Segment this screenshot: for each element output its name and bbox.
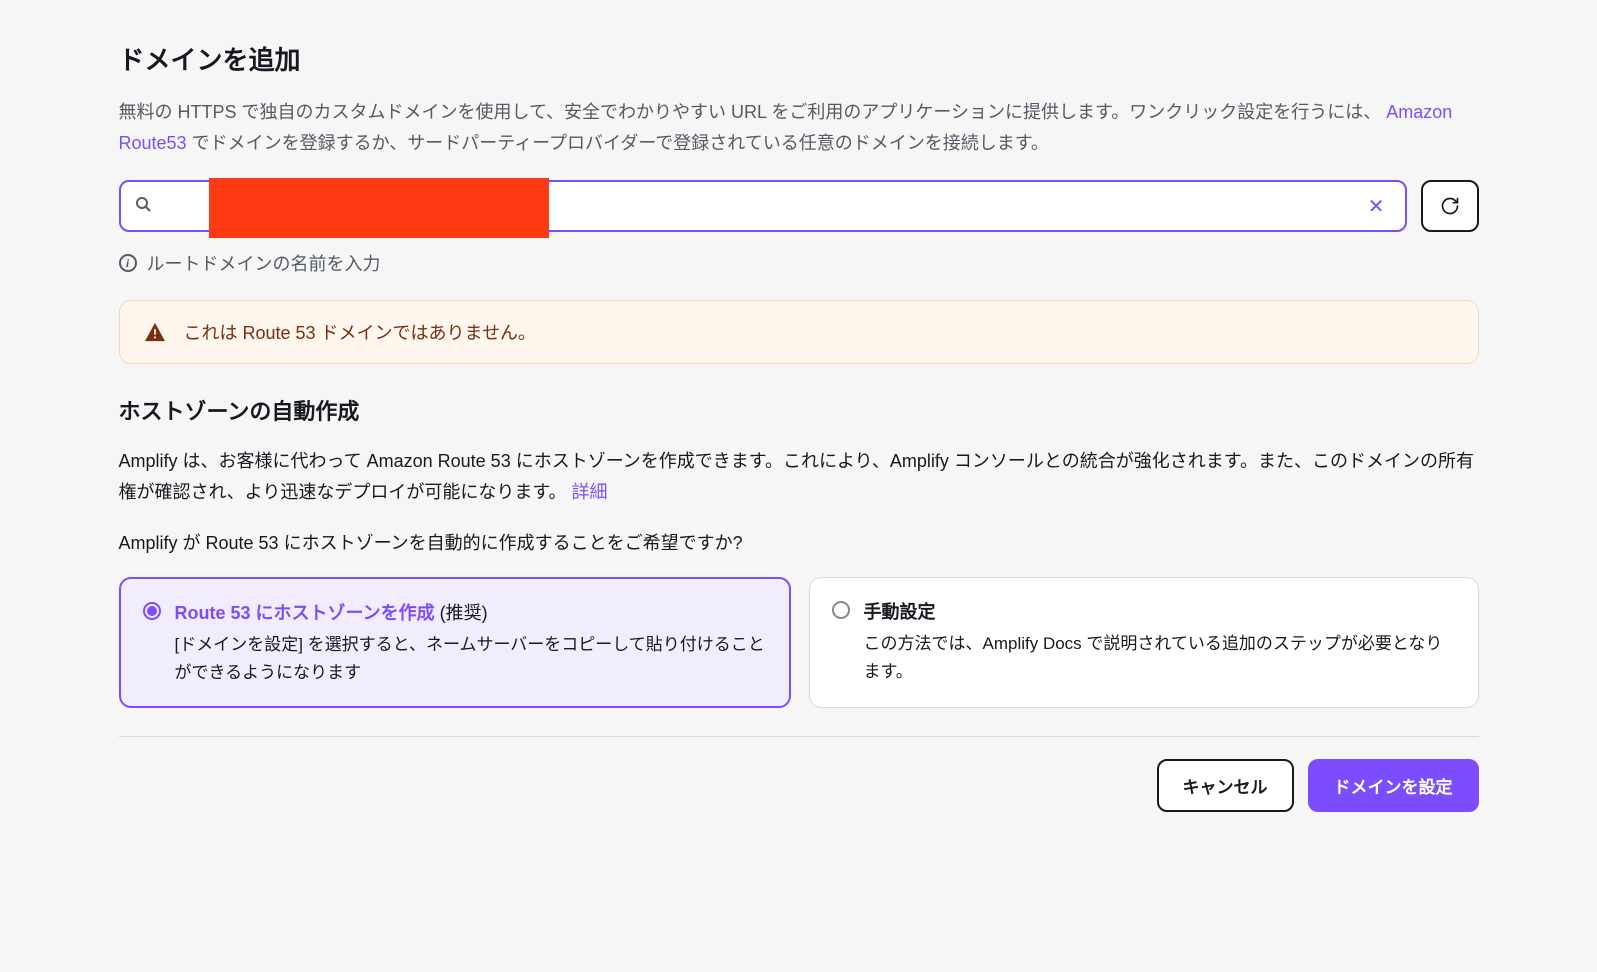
hosted-zone-desc-text: Amplify は、お客様に代わって Amazon Route 53 にホストゾ… — [119, 451, 1474, 502]
page-title: ドメインを追加 — [119, 40, 1479, 77]
clear-input-button[interactable]: ✕ — [1362, 194, 1391, 219]
action-buttons: キャンセル ドメインを設定 — [119, 759, 1479, 812]
hosted-zone-question: Amplify が Route 53 にホストゾーンを自動的に作成することをご希… — [119, 529, 1479, 555]
divider — [119, 736, 1479, 737]
option-create-desc: [ドメインを設定] を選択すると、ネームサーバーをコピーして貼り付けることができ… — [175, 631, 767, 685]
cancel-button[interactable]: キャンセル — [1157, 759, 1294, 812]
option-manual-title-strong: 手動設定 — [864, 602, 936, 622]
domain-help-text: ルートドメインの名前を入力 — [147, 250, 381, 276]
option-manual-title: 手動設定 — [864, 598, 1456, 624]
warning-icon — [144, 322, 166, 342]
redacted-domain-value — [209, 178, 549, 238]
hosted-zone-learn-more-link[interactable]: 詳細 — [572, 482, 608, 502]
option-manual-desc: この方法では、Amplify Docs で説明されている追加のステップが必要とな… — [864, 630, 1456, 684]
domain-help-row: i ルートドメインの名前を入力 — [119, 250, 1479, 276]
search-icon — [135, 196, 151, 217]
option-create-title-strong: Route 53 にホストゾーンを作成 — [175, 603, 435, 623]
hosted-zone-options: Route 53 にホストゾーンを作成 (推奨) [ドメインを設定] を選択する… — [119, 577, 1479, 707]
intro-suffix: でドメインを登録するか、サードパーティープロバイダーで登録されている任意のドメイ… — [192, 133, 1049, 153]
radio-manual[interactable] — [832, 601, 850, 619]
hosted-zone-desc: Amplify は、お客様に代わって Amazon Route 53 にホストゾ… — [119, 446, 1479, 507]
intro-text: 無料の HTTPS で独自のカスタムドメインを使用して、安全でわかりやすい UR… — [119, 97, 1479, 158]
refresh-icon — [1440, 196, 1460, 216]
not-route53-alert: これは Route 53 ドメインではありません。 — [119, 300, 1479, 364]
alert-text: これは Route 53 ドメインではありません。 — [184, 319, 537, 345]
domain-search-box[interactable]: ✕ — [119, 180, 1407, 232]
option-create-title: Route 53 にホストゾーンを作成 (推奨) — [175, 599, 767, 625]
intro-prefix: 無料の HTTPS で独自のカスタムドメインを使用して、安全でわかりやすい UR… — [119, 102, 1382, 122]
hosted-zone-title: ホストゾーンの自動作成 — [119, 394, 1479, 426]
refresh-button[interactable] — [1421, 180, 1479, 232]
option-manual[interactable]: 手動設定 この方法では、Amplify Docs で説明されている追加のステップ… — [809, 577, 1479, 707]
option-create-title-suffix: (推奨) — [435, 603, 488, 623]
info-icon: i — [119, 254, 137, 272]
domain-search-row: ✕ — [119, 180, 1479, 232]
configure-domain-button[interactable]: ドメインを設定 — [1308, 759, 1479, 812]
radio-create-route53[interactable] — [143, 602, 161, 620]
option-create-route53[interactable]: Route 53 にホストゾーンを作成 (推奨) [ドメインを設定] を選択する… — [119, 577, 791, 707]
